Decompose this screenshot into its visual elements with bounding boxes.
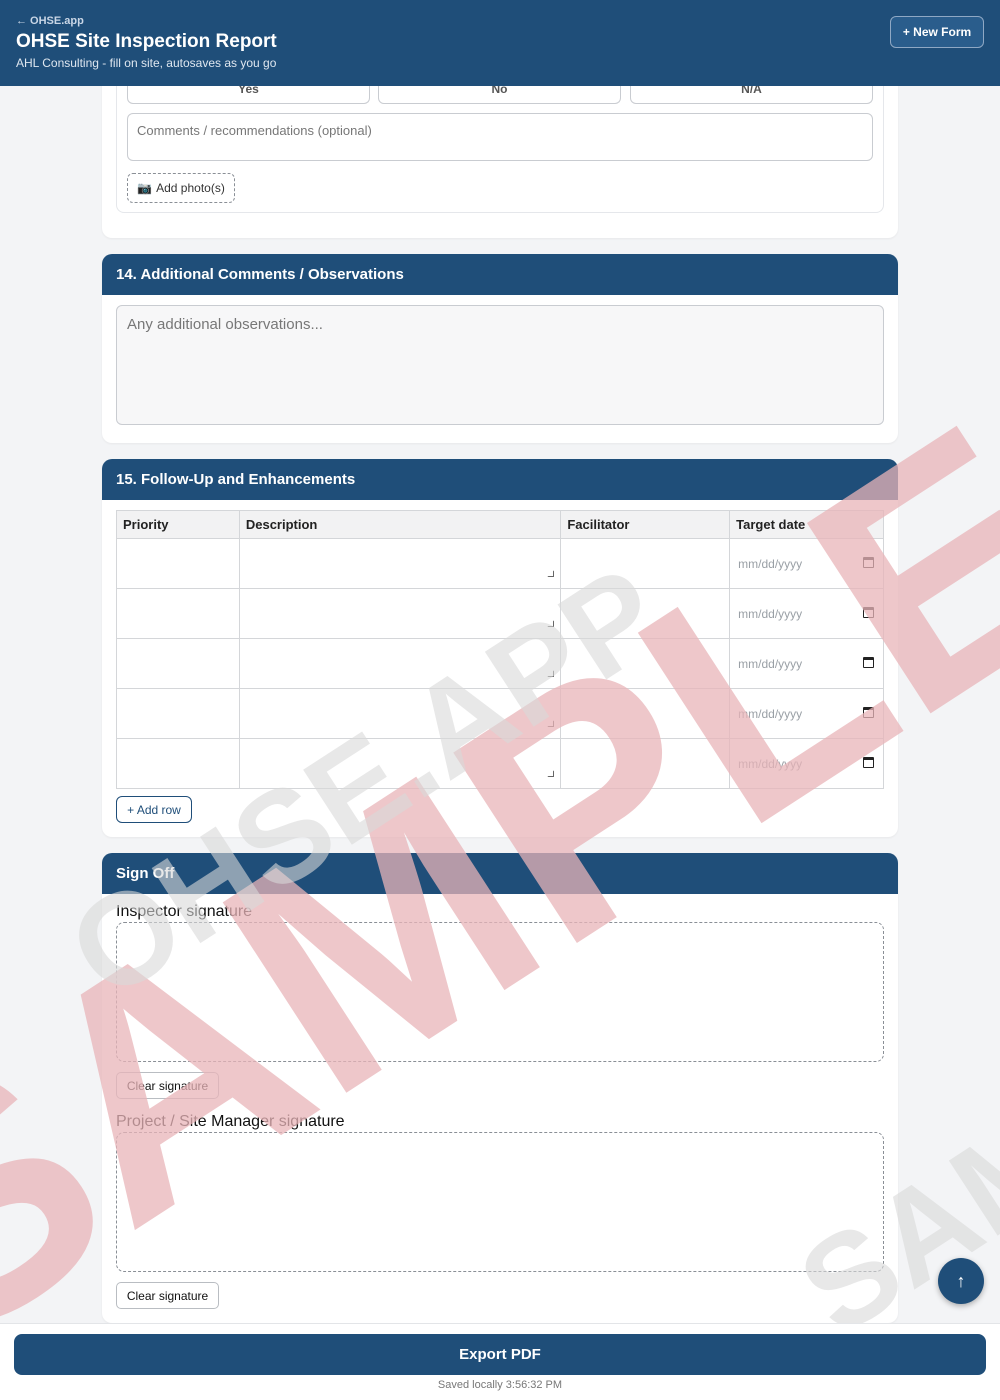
new-form-button[interactable]: + New Form — [890, 16, 984, 48]
column-header-target-date: Target date — [729, 510, 884, 539]
manager-signature-pad[interactable] — [116, 1132, 884, 1272]
facilitator-cell[interactable] — [560, 588, 731, 639]
section-15-card: 15. Follow-Up and Enhancements Priority … — [102, 459, 898, 837]
target-date-input[interactable]: mm/dd/yyyy — [729, 588, 884, 639]
description-cell[interactable] — [238, 738, 562, 789]
scroll-to-top-button[interactable]: ↑ — [938, 1258, 984, 1304]
add-photo-button[interactable]: 📷 Add photo(s) — [127, 173, 235, 203]
calendar-icon[interactable] — [863, 757, 874, 768]
priority-cell[interactable] — [116, 538, 240, 589]
facilitator-cell[interactable] — [560, 638, 731, 689]
export-pdf-button[interactable]: Export PDF — [14, 1334, 986, 1375]
resize-handle-icon[interactable] — [547, 720, 555, 727]
table-header-row: Priority Description Facilitator Target … — [116, 510, 884, 539]
inspector-signature-pad[interactable] — [116, 922, 884, 1062]
target-date-input[interactable]: mm/dd/yyyy — [729, 538, 884, 589]
page-subtitle: AHL Consulting - fill on site, autosaves… — [16, 56, 277, 70]
calendar-icon[interactable] — [863, 607, 874, 618]
clear-inspector-signature-button[interactable]: Clear signature — [116, 1072, 219, 1099]
sign-off-title: Sign Off — [102, 853, 898, 894]
table-row: mm/dd/yyyy — [116, 538, 884, 589]
resize-handle-icon[interactable] — [547, 770, 555, 777]
description-cell[interactable] — [238, 688, 562, 739]
arrow-up-icon: ↑ — [956, 1270, 966, 1291]
description-cell[interactable] — [238, 638, 562, 689]
priority-cell[interactable] — [116, 738, 240, 789]
add-photo-label: Add photo(s) — [156, 181, 225, 195]
target-date-input[interactable]: mm/dd/yyyy — [729, 688, 884, 739]
description-cell[interactable] — [238, 588, 562, 639]
inspector-signature-label: Inspector signature — [116, 903, 253, 920]
calendar-icon[interactable] — [863, 707, 874, 718]
saved-status-text: Saved locally 3:56:32 PM — [437, 1379, 563, 1391]
resize-handle-icon[interactable] — [547, 570, 555, 577]
table-row: mm/dd/yyyy — [116, 688, 884, 739]
target-date-input[interactable]: mm/dd/yyyy — [729, 738, 884, 789]
clear-manager-signature-button[interactable]: Clear signature — [116, 1282, 219, 1309]
priority-cell[interactable] — [116, 638, 240, 689]
resize-handle-icon[interactable] — [547, 620, 555, 627]
column-header-description: Description — [238, 510, 562, 539]
camera-icon: 📷 — [137, 181, 153, 195]
app-header: ← OHSE.app OHSE Site Inspection Report A… — [0, 0, 1000, 86]
footer-bar: Export PDF Saved locally 3:56:32 PM — [0, 1323, 1000, 1400]
section-14-card: 14. Additional Comments / Observations A… — [102, 254, 898, 443]
description-cell[interactable] — [238, 538, 562, 589]
section-14-title: 14. Additional Comments / Observations — [102, 254, 898, 295]
column-header-facilitator: Facilitator — [560, 510, 731, 539]
facilitator-cell[interactable] — [560, 538, 731, 589]
target-date-input[interactable]: mm/dd/yyyy — [729, 638, 884, 689]
add-row-button[interactable]: + Add row — [116, 796, 192, 823]
follow-up-table: Priority Description Facilitator Target … — [116, 510, 884, 789]
facilitator-cell[interactable] — [560, 738, 731, 789]
priority-cell[interactable] — [116, 588, 240, 639]
calendar-icon[interactable] — [863, 557, 874, 568]
priority-cell[interactable] — [116, 688, 240, 739]
comments-input[interactable]: Comments / recommendations (optional) — [127, 113, 873, 161]
page-content: Yes No N/A Comments / recommendations (o… — [0, 0, 1000, 1400]
observations-textarea[interactable]: Any additional observations... — [116, 305, 884, 425]
back-link[interactable]: ← OHSE.app — [16, 15, 84, 27]
table-row: mm/dd/yyyy — [116, 588, 884, 639]
manager-signature-label: Project / Site Manager signature — [116, 1113, 345, 1130]
facilitator-cell[interactable] — [560, 688, 731, 739]
calendar-icon[interactable] — [863, 657, 874, 668]
sign-off-card: Sign Off Inspector signature Clear signa… — [102, 853, 898, 1323]
column-header-priority: Priority — [116, 510, 240, 539]
resize-handle-icon[interactable] — [547, 670, 555, 677]
table-row: mm/dd/yyyy — [116, 738, 884, 789]
section-15-title: 15. Follow-Up and Enhancements — [102, 459, 898, 500]
page-title: OHSE Site Inspection Report — [16, 31, 277, 52]
table-row: mm/dd/yyyy — [116, 638, 884, 689]
